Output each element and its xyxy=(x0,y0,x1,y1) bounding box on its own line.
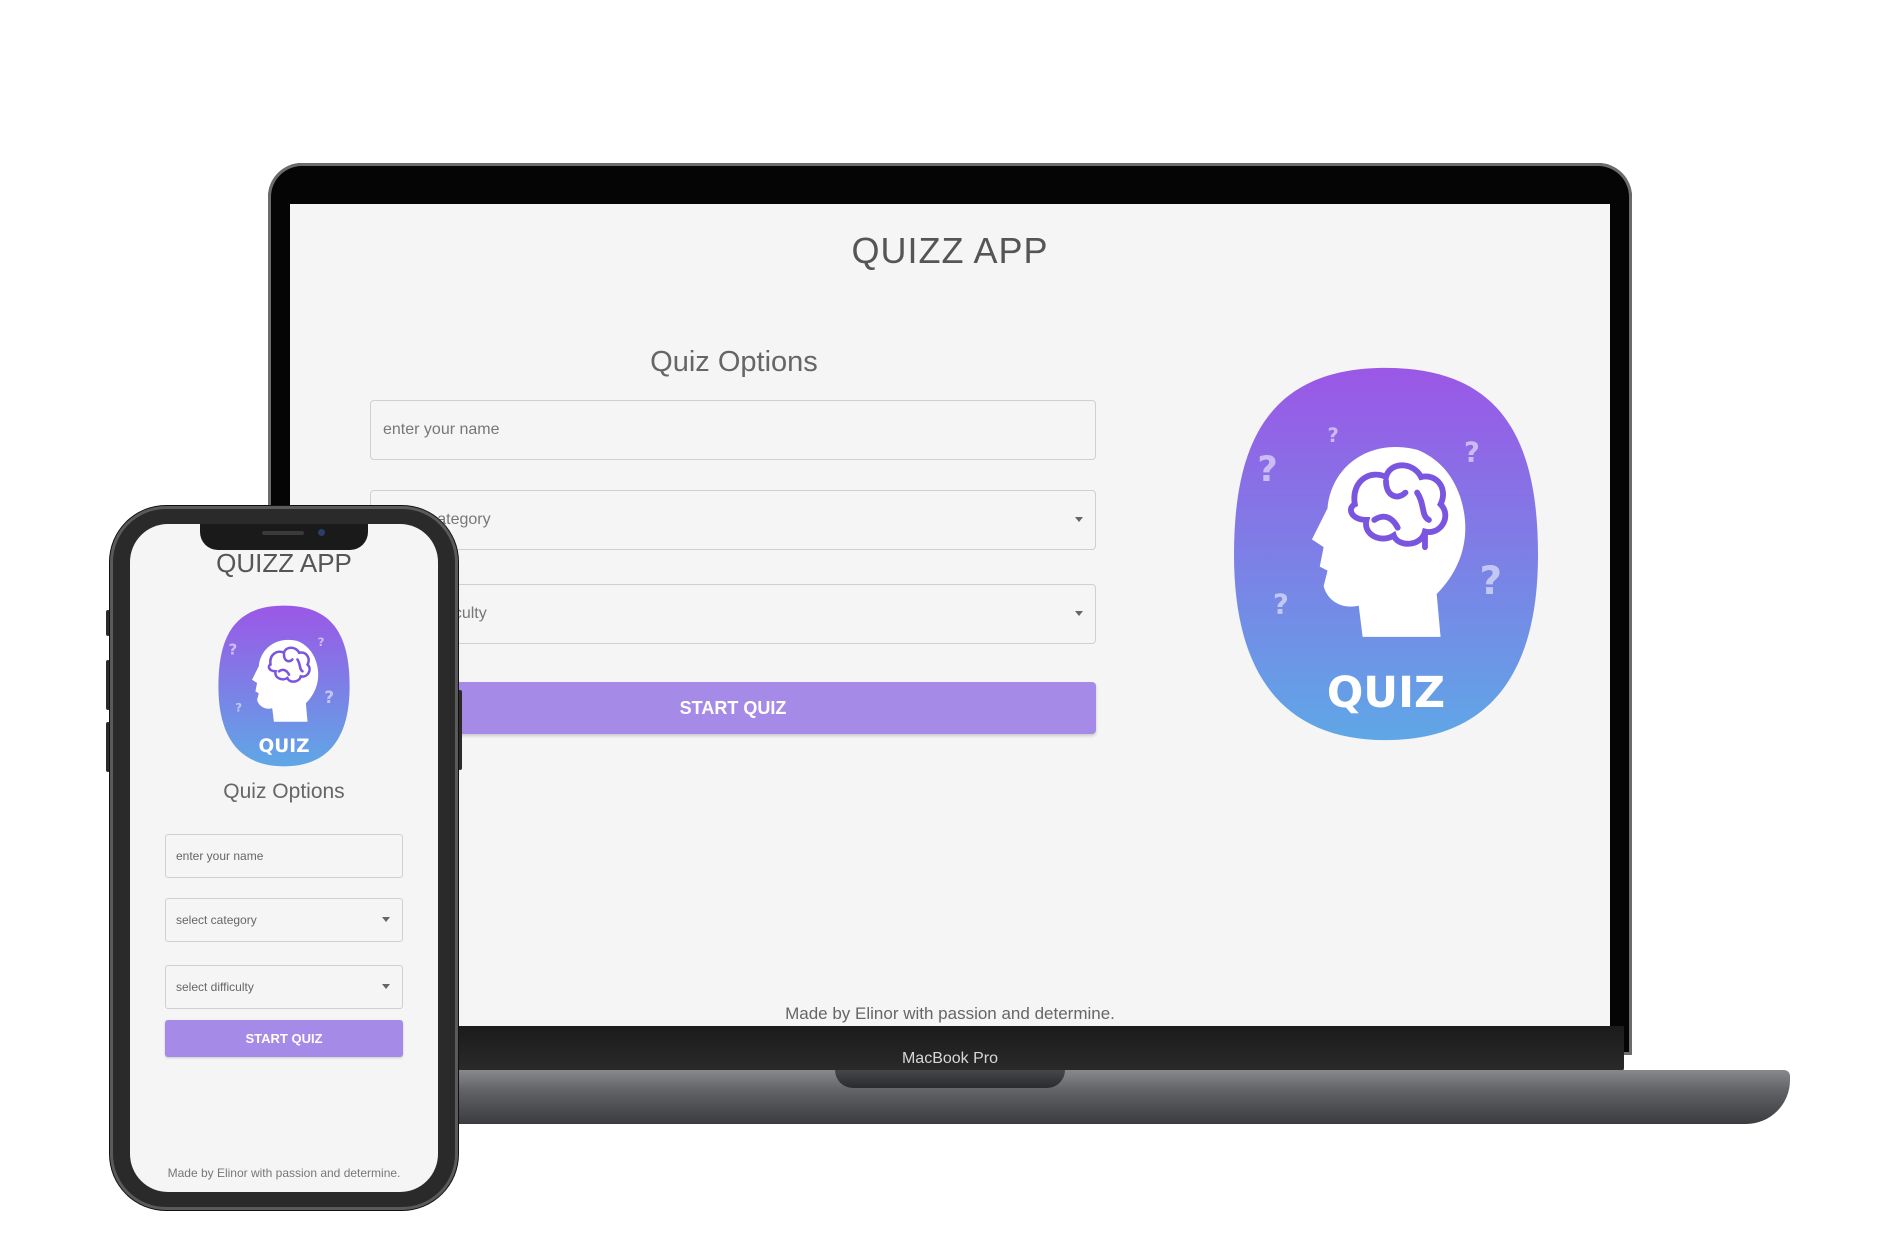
svg-text:?: ? xyxy=(318,635,325,649)
name-input[interactable]: enter your name xyxy=(165,834,403,878)
footer-text: Made by Elinor with passion and determin… xyxy=(167,1166,401,1180)
quiz-options-heading: Quiz Options xyxy=(650,346,818,378)
difficulty-select[interactable]: select difficulty xyxy=(165,965,403,1009)
svg-text:?: ? xyxy=(1257,449,1277,490)
svg-text:?: ? xyxy=(1464,437,1480,468)
phone-power-button xyxy=(458,690,462,770)
name-input-placeholder: enter your name xyxy=(176,849,264,863)
svg-text:?: ? xyxy=(1480,559,1503,604)
quiz-options-heading: Quiz Options xyxy=(223,780,345,803)
phone-notch xyxy=(200,524,368,550)
app-title: QUIZZ APP xyxy=(216,548,352,578)
svg-text:?: ? xyxy=(1328,424,1339,447)
laptop-base xyxy=(380,1070,1790,1124)
dropdown-caret-icon xyxy=(1075,517,1083,522)
phone-camera xyxy=(318,529,325,536)
category-select[interactable]: select category xyxy=(370,490,1096,550)
dropdown-caret-icon xyxy=(382,917,390,922)
mobile-app-screen: QUIZZ APP ? ? ? ? QUIZ Quiz Options ente… xyxy=(130,524,438,1192)
logo-text: QUIZ xyxy=(1327,668,1445,718)
phone-speaker xyxy=(262,531,304,535)
logo-text: QUIZ xyxy=(258,736,309,757)
category-select-value: select category xyxy=(176,913,257,927)
laptop-opening-notch xyxy=(835,1070,1065,1088)
quiz-logo-icon: ? ? ? ? ? QUIZ xyxy=(1234,367,1538,741)
svg-text:?: ? xyxy=(228,640,237,658)
start-quiz-button[interactable]: START QUIZ xyxy=(165,1020,403,1057)
dropdown-caret-icon xyxy=(1075,611,1083,616)
difficulty-select-value: select difficulty xyxy=(176,980,254,994)
svg-text:?: ? xyxy=(324,687,334,707)
svg-text:?: ? xyxy=(235,701,242,715)
desktop-app-screen: QUIZZ APP Quiz Options enter your name s… xyxy=(290,204,1610,1026)
name-input-placeholder: enter your name xyxy=(383,421,500,438)
app-title: QUIZZ APP xyxy=(851,230,1049,271)
name-input[interactable]: enter your name xyxy=(370,400,1096,460)
footer-text: Made by Elinor with passion and determin… xyxy=(785,1004,1115,1023)
dropdown-caret-icon xyxy=(382,984,390,989)
svg-text:?: ? xyxy=(1273,589,1289,620)
difficulty-select[interactable]: select difficulty xyxy=(370,584,1096,644)
category-select[interactable]: select category xyxy=(165,898,403,942)
start-quiz-button[interactable]: START QUIZ xyxy=(370,682,1096,734)
device-label: MacBook Pro xyxy=(901,1050,999,1067)
quiz-logo-icon: ? ? ? ? QUIZ xyxy=(218,605,350,767)
